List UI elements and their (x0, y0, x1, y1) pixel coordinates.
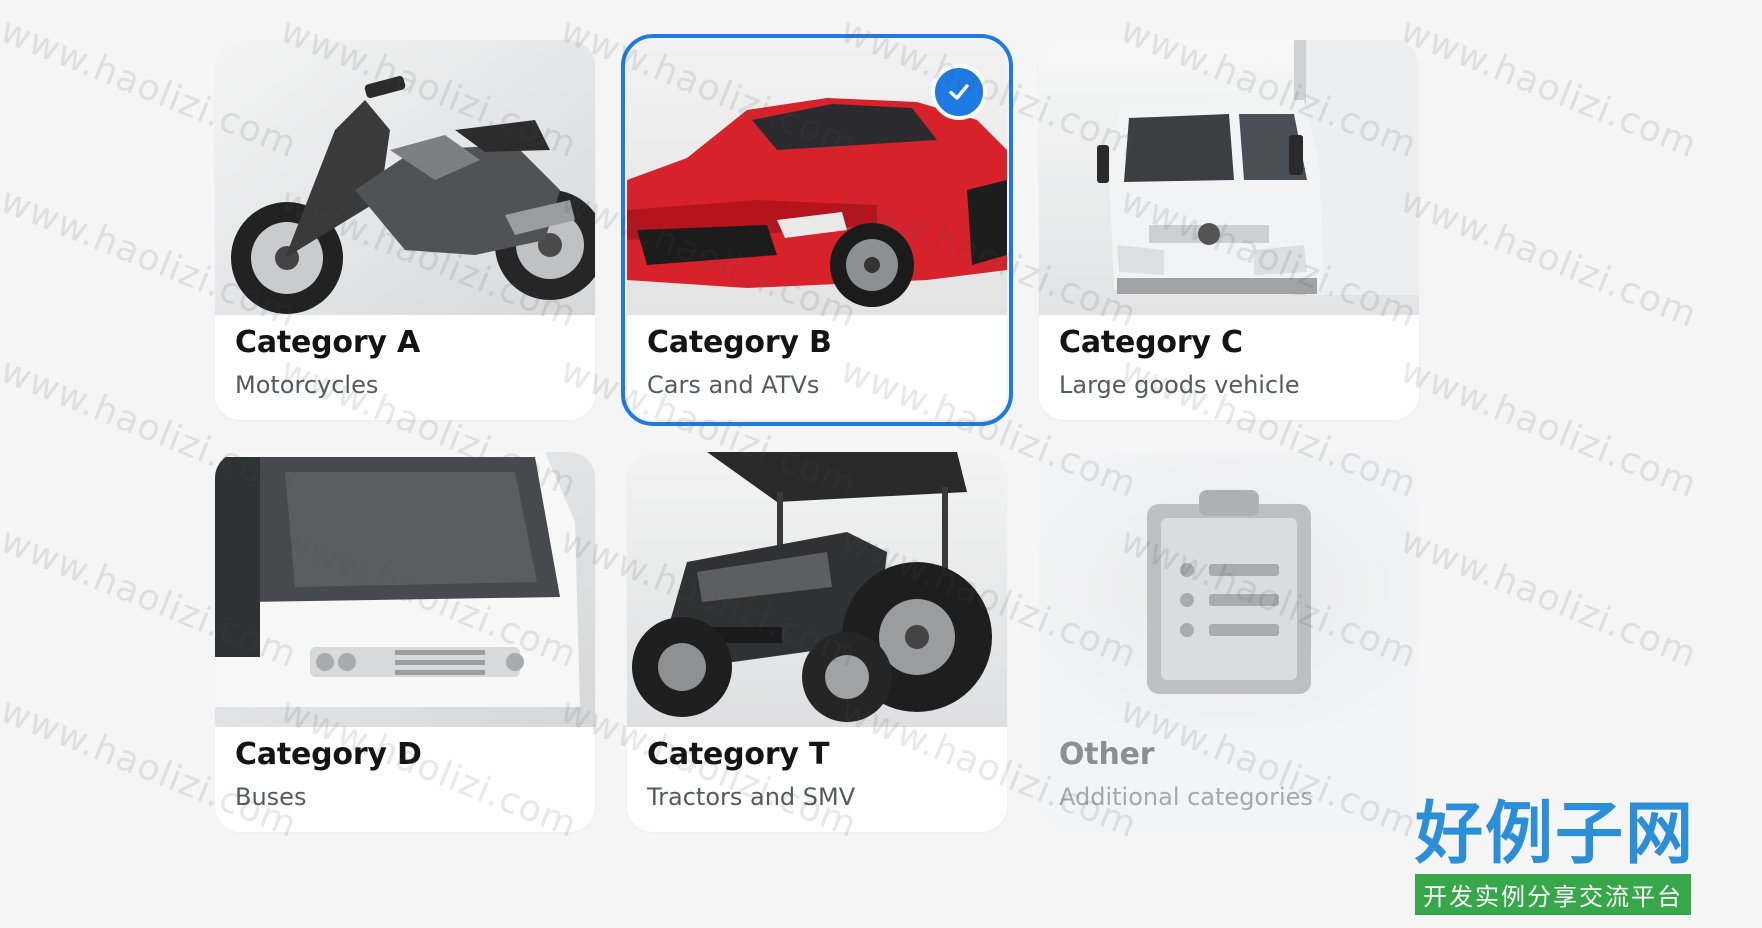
watermark-brand-main: 好例子网 (1415, 794, 1696, 874)
watermark-text: www.haolizi.com (1394, 520, 1703, 677)
watermark-brand-logo: 好例子网 开发实例分享交流平台 (1415, 800, 1705, 915)
category-subtitle: Tractors and SMV (647, 783, 856, 811)
category-title: Category A (235, 325, 421, 360)
category-subtitle: Additional categories (1059, 783, 1313, 811)
tractor-image (627, 452, 1007, 727)
category-card-other-text: Other Additional categories (1059, 737, 1399, 812)
category-subtitle: Large goods vehicle (1059, 371, 1300, 399)
category-card-other[interactable]: Other Additional categories (1039, 452, 1419, 832)
truck-image (1039, 40, 1419, 315)
category-card-d[interactable]: Category D Buses (215, 452, 595, 832)
category-title: Category T (647, 737, 830, 772)
category-card-a[interactable]: Category A Motorcycles (215, 40, 595, 420)
watermark-brand-sub: 开发实例分享交流平台 (1415, 874, 1691, 915)
category-subtitle: Buses (235, 783, 307, 811)
clipboard-image (1039, 452, 1419, 727)
category-card-a-text: Category A Motorcycles (235, 325, 575, 400)
bus-image (215, 452, 595, 727)
category-card-c[interactable]: Category C Large goods vehicle (1039, 40, 1419, 420)
category-card-c-text: Category C Large goods vehicle (1059, 325, 1399, 400)
category-card-t-text: Category T Tractors and SMV (647, 737, 987, 812)
check-icon (949, 84, 969, 100)
watermark-text: www.haolizi.com (1394, 10, 1703, 167)
category-title: Category C (1059, 325, 1243, 360)
category-card-t[interactable]: Category T Tractors and SMV (627, 452, 1007, 832)
category-card-b-text: Category B Cars and ATVs (647, 325, 987, 400)
category-title: Category D (235, 737, 422, 772)
watermark-text: www.haolizi.com (1394, 180, 1703, 337)
selected-check-badge (931, 64, 987, 120)
category-subtitle: Cars and ATVs (647, 371, 820, 399)
category-card-b[interactable]: Category B Cars and ATVs (621, 34, 1013, 426)
category-title: Category B (647, 325, 832, 360)
watermark-text: www.haolizi.com (1394, 350, 1703, 507)
category-grid: Category A Motorcycles Category B Cars a… (215, 34, 1419, 832)
clipboard-icon (1147, 490, 1311, 694)
category-card-d-text: Category D Buses (235, 737, 575, 812)
motorcycle-image (215, 40, 595, 315)
category-title: Other (1059, 737, 1155, 772)
category-subtitle: Motorcycles (235, 371, 379, 399)
